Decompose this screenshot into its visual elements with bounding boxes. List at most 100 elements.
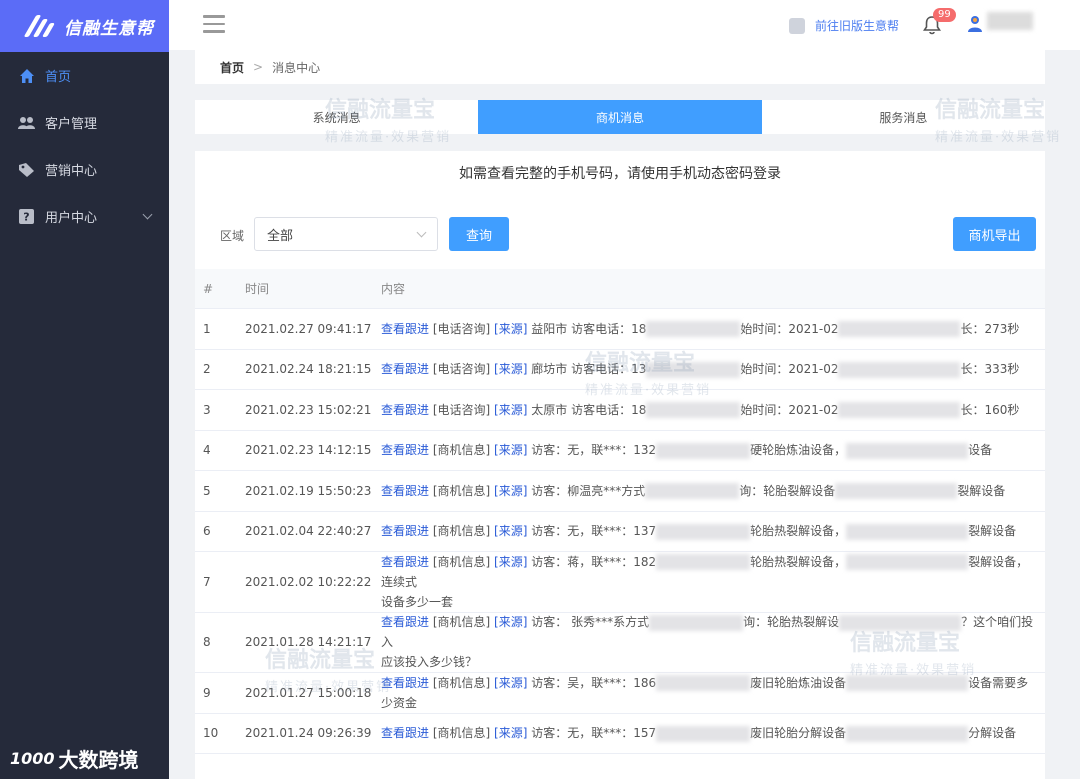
footer-logo: 1000 大数跨境 xyxy=(10,744,139,773)
source-link[interactable]: [来源] xyxy=(494,524,527,538)
redacted-block xyxy=(839,614,962,631)
row-text: 应该投入多少钱？ xyxy=(381,655,478,670)
row-index: 7 xyxy=(203,574,211,589)
sidebar-item-label: 用户中心 xyxy=(45,211,98,226)
row-time: 2021.01.24 09:26:39 xyxy=(245,726,372,741)
row-index: 9 xyxy=(203,685,211,700)
source-link[interactable]: [来源] xyxy=(494,403,527,417)
table-row: 9 2021.01.27 15:00:18 查看跟进 [商机信息] [来源] 访… xyxy=(195,673,1045,714)
sidebar-item-home[interactable]: 首页 xyxy=(0,52,169,99)
brand-logo[interactable]: 信融生意帮 xyxy=(0,0,169,52)
table-row: 8 2021.01.28 14:21:17 查看跟进 [商机信息] [来源] 访… xyxy=(195,613,1045,673)
home-icon xyxy=(18,68,35,84)
tab-system[interactable]: 系统消息 xyxy=(195,100,478,134)
source-link[interactable]: [来源] xyxy=(494,484,527,498)
row-text: 轮胎热裂解设备， xyxy=(750,554,847,569)
redacted-block xyxy=(846,442,969,459)
table-row: 7 2021.02.02 10:22:22 查看跟进 [商机信息] [来源] 访… xyxy=(195,552,1045,613)
old-version-link[interactable]: 前往旧版生意帮 xyxy=(789,17,899,34)
message-table: 1 2021.02.27 09:41:17 查看跟进 [电话咨询] [来源] 益… xyxy=(195,309,1045,754)
view-followup-link[interactable]: 查看跟进 xyxy=(381,322,429,336)
row-text: 访客：无，联***：132 xyxy=(531,443,657,458)
table-row: 1 2021.02.27 09:41:17 查看跟进 [电话咨询] [来源] 益… xyxy=(195,309,1045,350)
view-followup-link[interactable]: 查看跟进 xyxy=(381,524,429,538)
row-type: [电话咨询] xyxy=(432,321,491,336)
user-avatar-icon[interactable] xyxy=(967,15,985,35)
row-text: 访客：柳温亮***方式 xyxy=(531,483,646,498)
table-row: 3 2021.02.23 15:02:21 查看跟进 [电话咨询] [来源] 太… xyxy=(195,390,1045,431)
redacted-block xyxy=(656,523,751,540)
row-text: 益阳市 访客电话：18 xyxy=(531,321,647,336)
chevron-down-icon[interactable] xyxy=(142,209,153,220)
view-followup-link[interactable]: 查看跟进 xyxy=(381,484,429,498)
redacted-block xyxy=(646,321,741,338)
row-time: 2021.02.23 15:02:21 xyxy=(245,402,372,417)
source-link[interactable]: [来源] xyxy=(494,555,527,569)
redacted-block xyxy=(835,483,958,500)
view-followup-link[interactable]: 查看跟进 xyxy=(381,726,429,740)
sidebar-item-customers[interactable]: 客户管理 xyxy=(0,99,169,146)
sidebar-item-label: 首页 xyxy=(45,70,72,85)
row-text: 设备 xyxy=(968,443,993,458)
tab-service[interactable]: 服务消息 xyxy=(762,100,1045,134)
row-content: 查看跟进 [电话咨询] [来源] 廊坊市 访客电话：13 始时间：2021-02 长… xyxy=(381,359,1036,379)
help-icon: ? xyxy=(18,209,35,225)
row-time: 2021.02.02 10:22:22 xyxy=(245,574,372,589)
row-content: 查看跟进 [商机信息] [来源] 访客：蒋，联***：182 轮胎热裂解设备， 裂解… xyxy=(381,552,1036,612)
view-followup-link[interactable]: 查看跟进 xyxy=(381,676,429,690)
source-link[interactable]: [来源] xyxy=(494,726,527,740)
row-text: 长：160秒 xyxy=(960,402,1020,417)
source-link[interactable]: [来源] xyxy=(494,322,527,336)
menu-toggle-icon[interactable] xyxy=(203,15,225,33)
row-text: 废旧轮胎炼油设备 xyxy=(750,675,847,690)
row-time: 2021.01.27 15:00:18 xyxy=(245,685,372,700)
view-followup-link[interactable]: 查看跟进 xyxy=(381,403,429,417)
row-index: 6 xyxy=(203,524,211,539)
breadcrumb-current: 消息中心 xyxy=(272,60,321,75)
source-link[interactable]: [来源] xyxy=(494,676,527,690)
row-text: 廊坊市 访客电话：13 xyxy=(531,362,647,377)
row-index: 10 xyxy=(203,726,219,741)
row-text: 始时间：2021-02 xyxy=(740,321,839,336)
row-content: 查看跟进 [商机信息] [来源] 访客：无，联***：157 废旧轮胎分解设备 分解… xyxy=(381,723,1036,743)
row-type: [商机信息] xyxy=(432,524,491,539)
redacted-block xyxy=(656,554,751,571)
view-followup-link[interactable]: 查看跟进 xyxy=(381,555,429,569)
row-time: 2021.02.04 22:40:27 xyxy=(245,524,372,539)
sidebar-item-user-center[interactable]: ? 用户中心 xyxy=(0,193,169,240)
row-text: 长：333秒 xyxy=(960,362,1020,377)
breadcrumb-separator: > xyxy=(253,60,264,74)
source-link[interactable]: [来源] xyxy=(494,615,527,629)
table-row: 6 2021.02.04 22:40:27 查看跟进 [商机信息] [来源] 访… xyxy=(195,512,1045,552)
source-link[interactable]: [来源] xyxy=(494,443,527,457)
main-content: 首页 > 消息中心 系统消息 商机消息 服务消息 如需查看完整的手机号码，请使用… xyxy=(195,50,1045,779)
row-content: 查看跟进 [商机信息] [来源] 访客：柳温亮***方式 询：轮胎裂解设备 裂解设备 xyxy=(381,481,1036,501)
view-followup-link[interactable]: 查看跟进 xyxy=(381,615,429,629)
row-content: 查看跟进 [电话咨询] [来源] 益阳市 访客电话：18 始时间：2021-02 长… xyxy=(381,319,1036,339)
user-name-blurred[interactable] xyxy=(987,12,1033,30)
row-type: [商机信息] xyxy=(432,554,491,569)
notification-badge: 99 xyxy=(933,8,956,22)
view-followup-link[interactable]: 查看跟进 xyxy=(381,362,429,376)
tag-icon xyxy=(18,162,35,178)
source-link[interactable]: [来源] xyxy=(494,362,527,376)
breadcrumb-home[interactable]: 首页 xyxy=(220,59,244,76)
view-followup-link[interactable]: 查看跟进 xyxy=(381,443,429,457)
footer-logo-mark: 1000 xyxy=(10,749,55,768)
row-text: 轮胎热裂解设备， xyxy=(750,524,847,539)
tab-business[interactable]: 商机消息 xyxy=(478,100,762,134)
region-select[interactable]: 全部 xyxy=(254,217,438,251)
export-button[interactable]: 商机导出 xyxy=(953,217,1036,251)
redacted-block xyxy=(846,725,969,742)
sidebar-item-marketing[interactable]: 营销中心 xyxy=(0,146,169,193)
svg-text:?: ? xyxy=(23,211,29,224)
query-button[interactable]: 查询 xyxy=(449,217,509,251)
row-time: 2021.02.27 09:41:17 xyxy=(245,321,372,336)
row-index: 1 xyxy=(203,321,211,336)
table-row: 2 2021.02.24 18:21:15 查看跟进 [电话咨询] [来源] 廊… xyxy=(195,350,1045,390)
redacted-block xyxy=(838,321,961,338)
message-panel: 如需查看完整的手机号码，请使用手机动态密码登录 区域 全部 查询 商机导出 # … xyxy=(195,151,1045,779)
row-text: 访客：吴，联***：186 xyxy=(531,675,657,690)
message-tabs: 系统消息 商机消息 服务消息 xyxy=(195,100,1045,134)
row-type: [商机信息] xyxy=(432,615,491,630)
